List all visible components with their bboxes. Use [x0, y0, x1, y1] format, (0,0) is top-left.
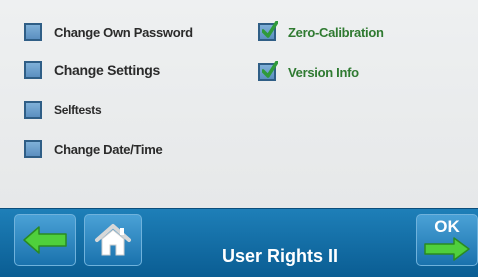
- arrow-left-icon: [23, 226, 67, 254]
- checkbox-box[interactable]: [258, 61, 278, 81]
- checkmark-icon: [262, 21, 278, 38]
- checkbox-label: Change Date/Time: [54, 141, 163, 157]
- checkbox-label: Zero-Calibration: [288, 24, 384, 40]
- checkbox-change-own-password[interactable]: Change Own Password: [24, 20, 193, 44]
- checkbox-label: Change Settings: [54, 62, 160, 78]
- checkbox-version-info[interactable]: Version Info: [258, 60, 359, 84]
- back-button[interactable]: [14, 214, 76, 266]
- checkmark-icon: [262, 61, 278, 78]
- ok-button[interactable]: OK: [416, 214, 478, 266]
- settings-panel: Change Own Password Change Settings Self…: [0, 0, 478, 208]
- ok-label: OK: [434, 217, 460, 236]
- home-icon: [95, 224, 131, 256]
- checkbox-label: Version Info: [288, 64, 359, 80]
- checkbox-label: Selftests: [54, 103, 102, 117]
- checkbox-change-date-time[interactable]: Change Date/Time: [24, 137, 163, 161]
- checkbox-zero-calibration[interactable]: Zero-Calibration: [258, 20, 384, 44]
- checkbox-box[interactable]: [24, 61, 42, 79]
- checkbox-box[interactable]: [24, 140, 42, 158]
- checkbox-change-settings[interactable]: Change Settings: [24, 58, 160, 82]
- checkbox-box[interactable]: [258, 21, 278, 41]
- checkbox-selftests[interactable]: Selftests: [24, 98, 102, 122]
- arrow-right-icon: [424, 237, 470, 261]
- checkbox-box[interactable]: [24, 23, 42, 41]
- checkbox-box[interactable]: [24, 101, 42, 119]
- screen-title: User Rights II: [221, 246, 339, 266]
- checkbox-label: Change Own Password: [54, 24, 193, 40]
- home-button[interactable]: [84, 214, 142, 266]
